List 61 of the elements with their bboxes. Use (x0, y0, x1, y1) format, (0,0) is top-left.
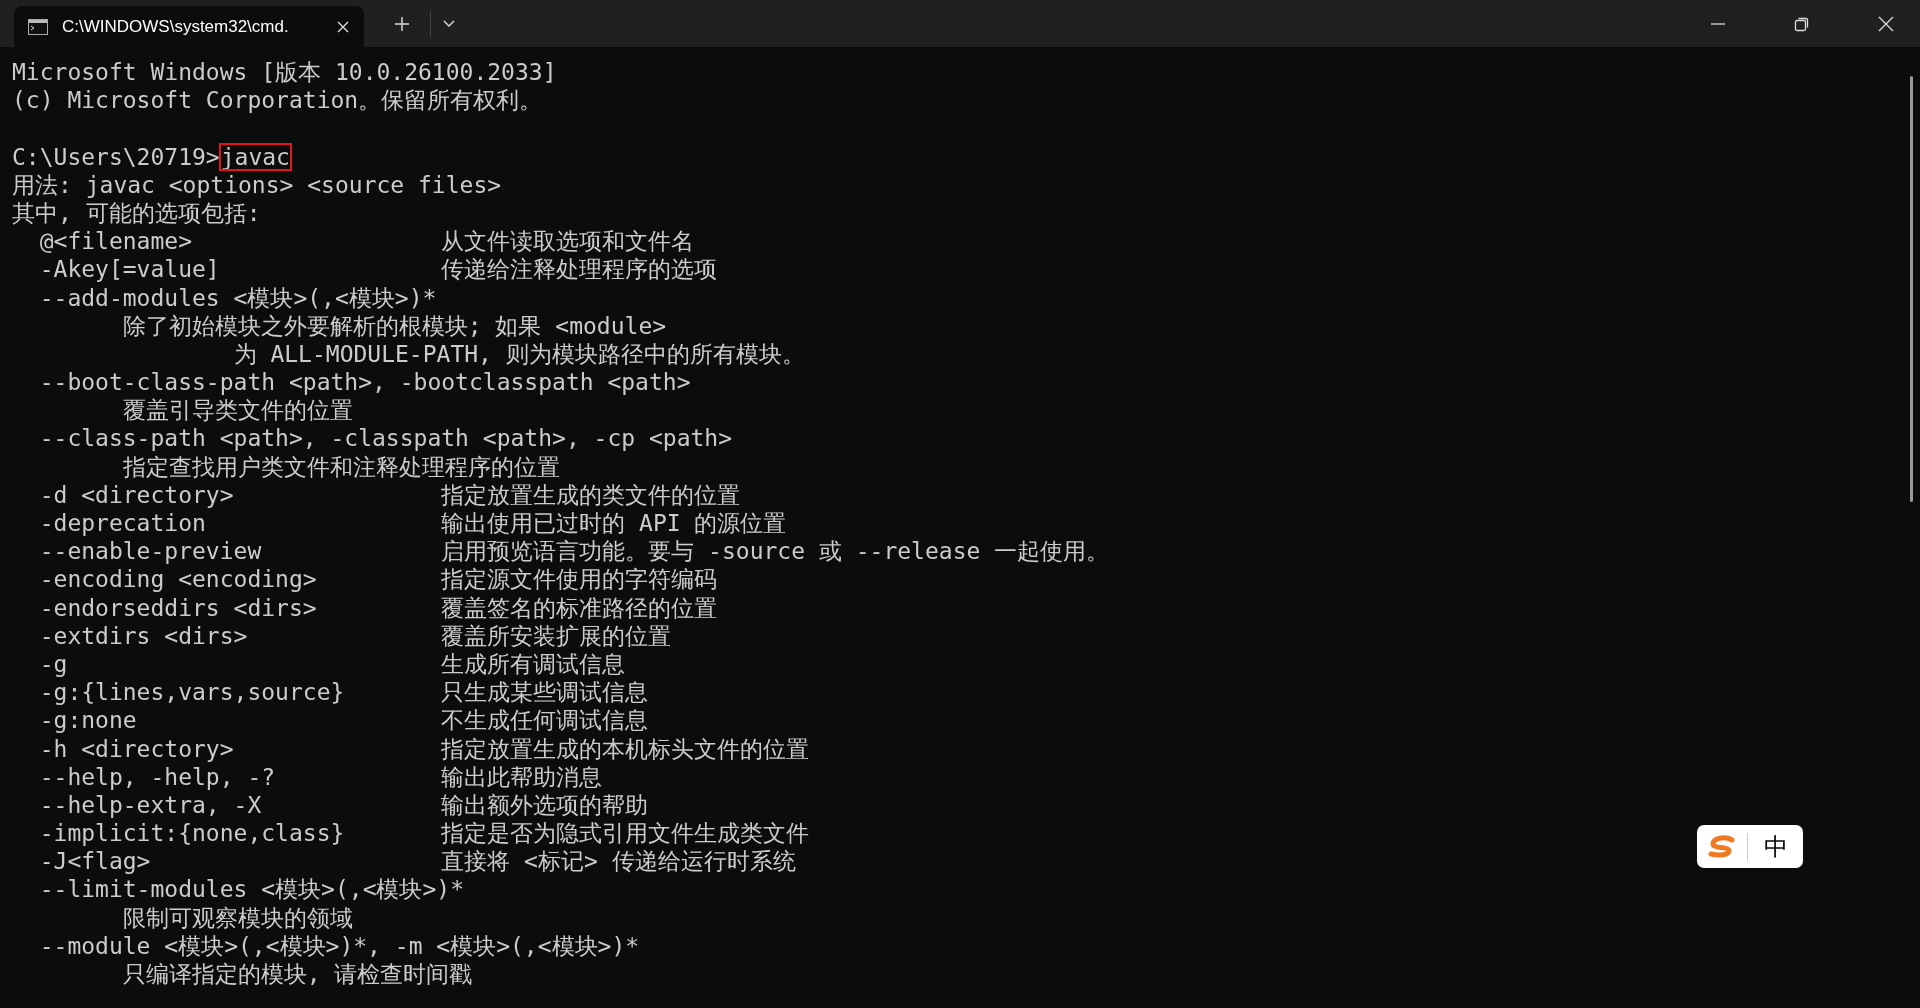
option-description: 输出使用已过时的 API 的源位置 (441, 509, 787, 538)
option-description: 输出此帮助消息 (441, 762, 603, 791)
option-name: -g:{lines,vars,source} (39, 678, 346, 707)
option-description: 指定是否为隐式引用文件生成类文件 (441, 819, 810, 848)
option-name: --module <模块>(,<模块>)*, -m <模块>(,<模块>)* (39, 931, 640, 960)
terminal-tab[interactable]: C:\WINDOWS\system32\cmd. (14, 6, 364, 47)
option-name: -endorseddirs <dirs> (39, 593, 318, 622)
close-icon[interactable] (336, 19, 350, 34)
option-description: 不生成任何调试信息 (441, 706, 649, 735)
new-tab-icon[interactable] (394, 15, 410, 32)
option-description: 限制可观察模块的领域 (122, 904, 353, 931)
option-description: 直接将 <标记> 传递给运行时系统 (441, 847, 796, 876)
option-description: 覆盖引导类文件的位置 (122, 397, 353, 424)
option-name: --help, -help, -? (39, 762, 277, 791)
terminal-icon (28, 18, 48, 35)
console-text: Microsoft Windows [版本 10.0.26100.2033] (12, 59, 557, 85)
option-description: 启用预览语言功能。要与 -source 或 --release 一起使用。 (441, 537, 1110, 566)
option-name: --help-extra, -X (39, 790, 263, 820)
console-text: (c) Microsoft Corporation。保留所有权利。 (12, 87, 543, 114)
option-description: 指定放置生成的本机标头文件的位置 (441, 734, 810, 763)
option-name: -h <directory> (39, 734, 235, 763)
option-name: --add-modules <模块>(,<模块>)* (39, 283, 438, 312)
option-name: -J<flag> (39, 847, 152, 876)
option-description: 只生成某些调试信息 (441, 678, 649, 707)
option-description: 为 ALL-MODULE-PATH, 则为模块路径中的所有模块。 (233, 340, 805, 367)
option-name: --class-path <path>, -classpath <path>, -cp <path> (39, 424, 733, 453)
restore-icon[interactable] (1794, 15, 1810, 32)
option-description: 指定查找用户类文件和注释处理程序的位置 (122, 453, 560, 480)
option-name: -Akey[=value] (39, 255, 221, 284)
option-name: -g:none (39, 706, 138, 735)
option-name: --enable-preview (39, 537, 263, 566)
option-description: 覆盖所安装扩展的位置 (441, 621, 672, 650)
close-icon[interactable] (1878, 15, 1894, 32)
tab-title: C:\WINDOWS\system32\cmd. (62, 16, 290, 37)
prompt-text: C:\Users\20719> (12, 143, 220, 170)
option-name: @<filename> (39, 227, 193, 256)
option-description: 从文件读取选项和文件名 (441, 227, 695, 256)
input-method-widget[interactable]: 中 (1697, 825, 1803, 868)
console-text: 其中, 可能的选项包括: (12, 199, 261, 226)
option-name: -deprecation (39, 509, 207, 538)
console-text: 用法: javac <options> <source files> (12, 171, 502, 198)
option-name: -extdirs <dirs> (39, 621, 249, 650)
dropdown-icon[interactable] (443, 19, 455, 28)
option-description: 指定放置生成的类文件的位置 (441, 480, 741, 509)
input-mode-text: 中 (1764, 831, 1788, 863)
command-text: javac (219, 143, 291, 170)
scrollbar-thumb[interactable] (1910, 76, 1913, 502)
option-description: 除了初始模块之外要解析的根模块; 如果 <module> (122, 312, 667, 339)
option-name: -implicit:{none,class} (39, 819, 346, 848)
option-description: 指定源文件使用的字符编码 (441, 565, 718, 594)
option-description: 输出额外选项的帮助 (441, 790, 649, 820)
option-description: 只编译指定的模块, 请检查时间戳 (122, 961, 473, 987)
option-name: --boot-class-path <path>, -bootclasspath <path> (39, 368, 691, 397)
option-description: 覆盖签名的标准路径的位置 (441, 593, 718, 622)
option-name: --limit-modules <模块>(,<模块>)* (39, 875, 465, 904)
option-name: -g (39, 649, 69, 679)
option-description: 生成所有调试信息 (441, 649, 626, 679)
option-name: -d <directory> (39, 480, 235, 509)
input-method-logo-icon (1707, 834, 1737, 859)
option-description: 传递给注释处理程序的选项 (441, 255, 718, 284)
option-name: -encoding <encoding> (39, 565, 318, 594)
